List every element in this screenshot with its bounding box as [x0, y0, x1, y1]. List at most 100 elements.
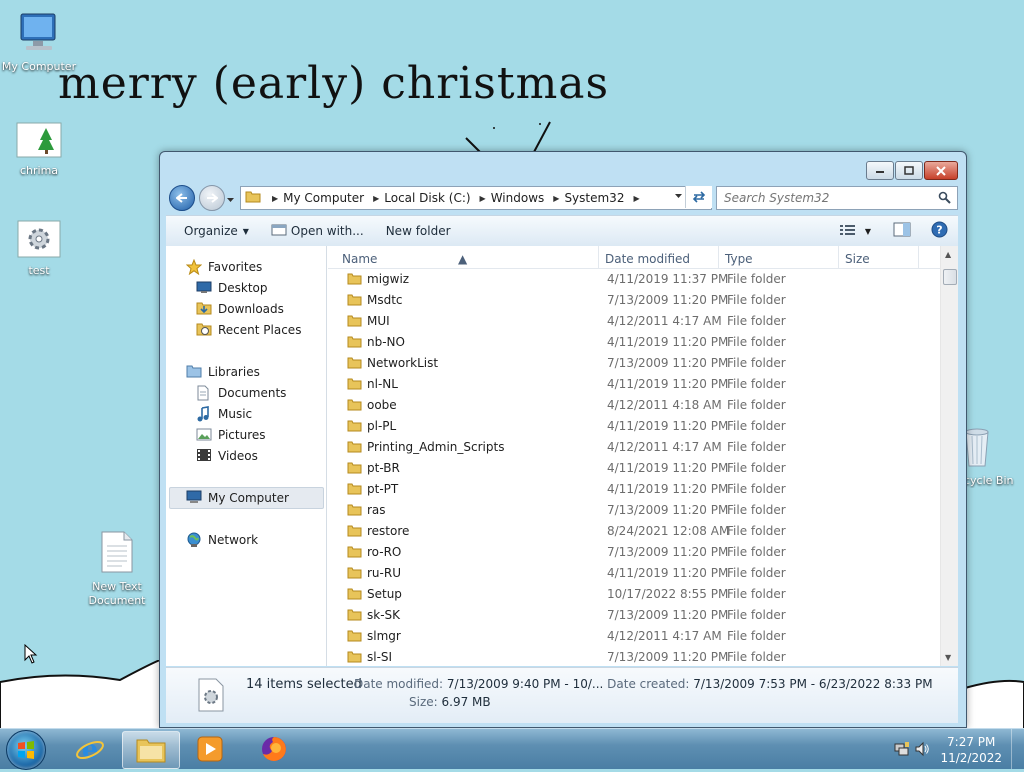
table-row[interactable]: pt-BR 4/11/2019 11:20 PM File folder	[328, 457, 940, 478]
table-row[interactable]: NetworkList 7/13/2009 11:20 PM File folder	[328, 352, 940, 373]
nav-libraries[interactable]: Libraries	[186, 364, 260, 380]
nav-favorites[interactable]: Favorites	[185, 258, 262, 276]
breadcrumb-system32[interactable]: System32	[564, 191, 624, 205]
table-row[interactable]: pt-PT 4/11/2019 11:20 PM File folder	[328, 478, 940, 499]
nav-documents[interactable]: Documents	[196, 385, 286, 401]
explorer-window[interactable]: ▶ My Computer ▶ Local Disk (C:) ▶ Window…	[159, 151, 967, 728]
maximize-button[interactable]	[895, 161, 923, 180]
taskbar-firefox[interactable]	[246, 731, 302, 767]
scrollbar-thumb[interactable]	[943, 269, 957, 285]
star-icon	[185, 258, 203, 276]
column-header-size[interactable]: Size	[845, 252, 870, 266]
table-row[interactable]: nb-NO 4/11/2019 11:20 PM File folder	[328, 331, 940, 352]
view-options-icon[interactable]	[839, 224, 857, 239]
table-row[interactable]: nl-NL 4/11/2019 11:20 PM File folder	[328, 373, 940, 394]
desktop-icon-my-computer[interactable]: My Computer	[0, 10, 84, 74]
multiple-files-icon	[196, 677, 226, 716]
taskbar-windows-explorer[interactable]	[122, 731, 180, 769]
breadcrumb-windows[interactable]: Windows	[491, 191, 545, 205]
new-folder-button[interactable]: New folder	[386, 224, 451, 238]
taskbar-internet-explorer[interactable]: e	[62, 731, 118, 767]
folder-icon	[347, 524, 362, 540]
table-row[interactable]: Setup 10/17/2022 8:55 PM File folder	[328, 583, 940, 604]
libraries-icon	[186, 364, 202, 380]
nav-desktop[interactable]: Desktop	[196, 280, 268, 296]
nav-my-computer[interactable]: My Computer	[186, 490, 289, 506]
table-row[interactable]: Msdtc 7/13/2009 11:20 PM File folder	[328, 289, 940, 310]
show-desktop-button[interactable]	[1011, 729, 1024, 769]
search-box[interactable]	[716, 186, 958, 210]
nav-downloads[interactable]: Downloads	[196, 301, 284, 317]
breadcrumb-local-disk[interactable]: Local Disk (C:)	[384, 191, 470, 205]
nav-recent-places[interactable]: Recent Places	[196, 322, 301, 338]
desktop-icon-chrima[interactable]: chrima	[0, 122, 84, 178]
table-row[interactable]: sl-SI 7/13/2009 11:20 PM File folder	[328, 646, 940, 666]
settings-file-icon	[0, 220, 84, 261]
volume-icon[interactable]	[914, 741, 930, 760]
view-dropdown-icon[interactable]: ▼	[865, 227, 871, 236]
chevron-right-icon[interactable]: ▶	[553, 194, 559, 203]
folder-icon	[136, 739, 166, 763]
view-controls: ▼ ?	[839, 221, 948, 241]
text-file-icon	[72, 530, 162, 577]
open-with-button[interactable]: Open with...	[271, 224, 364, 239]
column-divider[interactable]	[918, 246, 919, 268]
start-button[interactable]	[6, 730, 46, 770]
column-divider[interactable]	[718, 246, 719, 268]
table-row[interactable]: ras 7/13/2009 11:20 PM File folder	[328, 499, 940, 520]
desktop-icon-new-text-document[interactable]: New Text Document	[72, 530, 162, 608]
search-icon[interactable]	[938, 191, 951, 207]
organize-menu[interactable]: Organize ▼	[184, 224, 249, 238]
caret-down-icon: ▼	[242, 226, 249, 236]
breadcrumb-my-computer[interactable]: My Computer	[283, 191, 364, 205]
column-divider[interactable]	[598, 246, 599, 268]
scroll-up-icon[interactable]: ▲	[945, 250, 951, 259]
forward-button[interactable]	[199, 185, 225, 211]
table-row[interactable]: restore 8/24/2021 12:08 AM File folder	[328, 520, 940, 541]
table-row[interactable]: pl-PL 4/11/2019 11:20 PM File folder	[328, 415, 940, 436]
music-icon	[196, 406, 212, 422]
clock-time: 7:27 PM	[947, 735, 996, 749]
table-row[interactable]: ru-RU 4/11/2019 11:20 PM File folder	[328, 562, 940, 583]
table-row[interactable]: ro-RO 7/13/2009 11:20 PM File folder	[328, 541, 940, 562]
folder-icon	[347, 335, 362, 351]
mouse-cursor-icon	[24, 643, 38, 667]
table-row[interactable]: slmgr 4/12/2011 4:17 AM File folder	[328, 625, 940, 646]
column-header-type[interactable]: Type	[725, 252, 753, 266]
help-icon[interactable]: ?	[931, 221, 948, 241]
vertical-scrollbar[interactable]: ▲ ▼	[940, 246, 958, 666]
clock[interactable]: 7:27 PM 11/2/2022	[940, 734, 1002, 766]
recycle-bin-icon	[962, 424, 1024, 471]
column-divider[interactable]	[838, 246, 839, 268]
chevron-right-icon[interactable]: ▶	[633, 194, 639, 203]
table-row[interactable]: MUI 4/12/2011 4:17 AM File folder	[328, 310, 940, 331]
table-row[interactable]: sk-SK 7/13/2009 11:20 PM File folder	[328, 604, 940, 625]
search-input[interactable]	[717, 190, 926, 206]
chevron-right-icon[interactable]: ▶	[272, 194, 278, 203]
chevron-right-icon[interactable]: ▶	[373, 194, 379, 203]
address-dropdown[interactable]	[674, 192, 683, 202]
address-bar[interactable]: ▶ My Computer ▶ Local Disk (C:) ▶ Window…	[240, 186, 712, 210]
column-header-name[interactable]: Name	[342, 252, 377, 266]
nav-videos[interactable]: Videos	[196, 448, 258, 464]
network-tray-icon[interactable]	[894, 741, 910, 760]
nav-pictures[interactable]: Pictures	[196, 427, 266, 443]
refresh-button[interactable]	[685, 186, 712, 208]
back-button[interactable]	[169, 185, 195, 211]
preview-pane-icon[interactable]	[893, 222, 911, 240]
table-row[interactable]: migwiz 4/11/2019 11:37 PM File folder	[328, 268, 940, 289]
desktop-icon-test[interactable]: test	[0, 220, 84, 278]
close-button[interactable]	[924, 161, 958, 180]
nav-network[interactable]: Network	[186, 532, 258, 548]
recent-pages-dropdown[interactable]	[226, 192, 235, 206]
taskbar-media-player[interactable]	[182, 731, 238, 767]
chevron-right-icon[interactable]: ▶	[480, 194, 486, 203]
nav-music[interactable]: Music	[196, 406, 252, 422]
folder-icon	[347, 650, 362, 666]
minimize-button[interactable]	[866, 161, 894, 180]
file-list: ▲ Name Date modified Type Size migwiz 4/1…	[328, 246, 958, 666]
table-row[interactable]: Printing_Admin_Scripts 4/12/2011 4:17 AM F…	[328, 436, 940, 457]
scroll-down-icon[interactable]: ▼	[945, 653, 951, 662]
table-row[interactable]: oobe 4/12/2011 4:18 AM File folder	[328, 394, 940, 415]
column-header-date-modified[interactable]: Date modified	[605, 252, 690, 266]
